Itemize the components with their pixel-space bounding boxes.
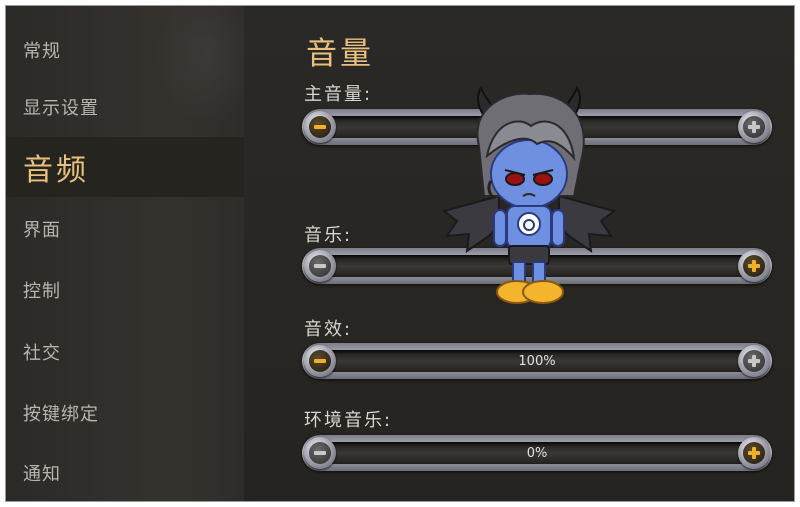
- sidebar-item-label: 常规: [23, 41, 61, 62]
- plus-icon: [747, 259, 761, 273]
- devil-chibi-character-icon: [441, 86, 617, 304]
- section-title: 音量: [306, 36, 374, 72]
- ambient-music-label: 环境音乐:: [304, 410, 393, 431]
- slider-value: 0%: [526, 445, 548, 461]
- minus-icon: [313, 120, 327, 134]
- sidebar-item-social[interactable]: 社交: [6, 322, 244, 382]
- sidebar-item-label: 通知: [23, 464, 61, 485]
- slider-value: 100%: [518, 353, 556, 369]
- effects-down-button[interactable]: [304, 345, 336, 377]
- volume-up-button[interactable]: [738, 111, 770, 143]
- slider-track[interactable]: 100%: [314, 350, 760, 372]
- minus-icon: [313, 446, 327, 460]
- plus-icon: [747, 354, 761, 368]
- ambient-up-button[interactable]: [738, 437, 770, 469]
- sidebar-item-keybindings[interactable]: 按键绑定: [6, 383, 244, 443]
- sidebar-item-label: 音频: [23, 153, 89, 188]
- sidebar-item-label: 控制: [23, 281, 61, 302]
- volume-down-button[interactable]: [304, 111, 336, 143]
- ambient-music-slider[interactable]: 0%: [302, 435, 772, 471]
- sound-effects-label: 音效:: [304, 319, 353, 340]
- slider-track[interactable]: 0%: [314, 442, 760, 464]
- sidebar-item-controls[interactable]: 控制: [6, 260, 244, 320]
- music-up-button[interactable]: [738, 250, 770, 282]
- sound-effects-slider[interactable]: 100%: [302, 343, 772, 379]
- ambient-down-button[interactable]: [304, 437, 336, 469]
- music-label: 音乐:: [304, 225, 353, 246]
- settings-sidebar: 常规 显示设置 音频 界面 控制 社交 按键绑定 通知: [6, 6, 244, 501]
- plus-icon: [747, 446, 761, 460]
- sidebar-item-notifications[interactable]: 通知: [6, 443, 244, 501]
- sidebar-item-label: 显示设置: [23, 98, 99, 119]
- sidebar-item-interface[interactable]: 界面: [6, 199, 244, 259]
- minus-icon: [313, 259, 327, 273]
- sidebar-item-general[interactable]: 常规: [6, 20, 244, 80]
- plus-icon: [747, 120, 761, 134]
- minus-icon: [313, 354, 327, 368]
- sidebar-item-audio[interactable]: 音频: [6, 137, 244, 197]
- sidebar-item-label: 按键绑定: [23, 404, 99, 425]
- settings-window: 常规 显示设置 音频 界面 控制 社交 按键绑定 通知 音量 主音量: 音乐:: [5, 5, 795, 502]
- sidebar-item-label: 社交: [23, 343, 61, 364]
- master-volume-label: 主音量:: [304, 84, 373, 105]
- effects-up-button[interactable]: [738, 345, 770, 377]
- sidebar-item-display[interactable]: 显示设置: [6, 77, 244, 137]
- music-down-button[interactable]: [304, 250, 336, 282]
- sidebar-item-label: 界面: [23, 220, 61, 241]
